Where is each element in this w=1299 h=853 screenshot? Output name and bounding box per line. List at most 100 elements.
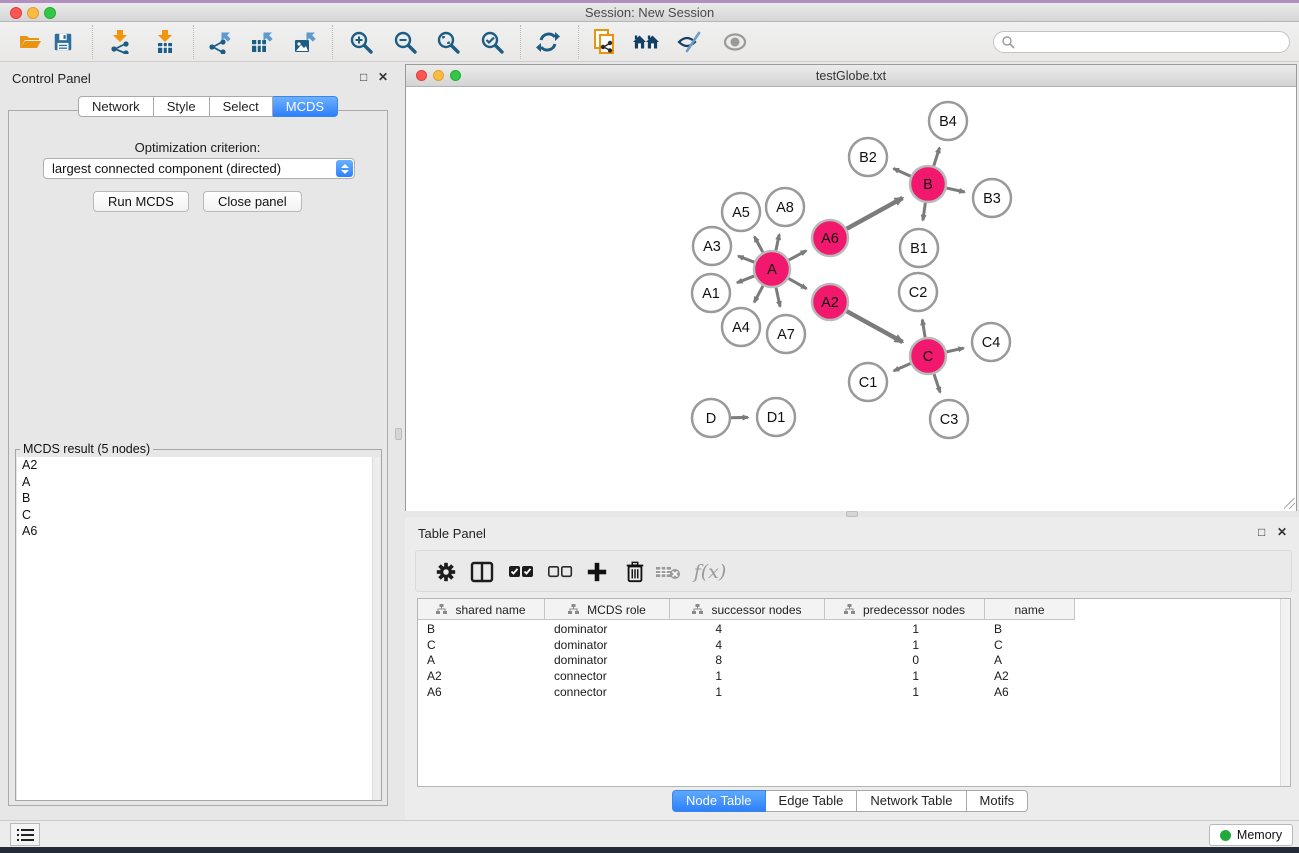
node-D[interactable]: D	[692, 399, 730, 437]
tab-select[interactable]: Select	[210, 96, 273, 117]
tab-style[interactable]: Style	[154, 96, 210, 117]
close-panel-icon[interactable]: ✕	[378, 71, 388, 83]
zoom-in-button[interactable]	[348, 29, 374, 55]
node-B4[interactable]: B4	[929, 102, 967, 140]
float-panel-icon[interactable]: □	[360, 71, 367, 83]
column-header-successor-nodes[interactable]: successor nodes	[670, 599, 825, 620]
edge-A-A5[interactable]	[754, 237, 763, 253]
node-A3[interactable]: A3	[693, 227, 731, 265]
delete-column-button[interactable]	[622, 559, 648, 585]
table-row[interactable]: A6connector11A6	[418, 684, 1075, 700]
task-history-button[interactable]	[10, 823, 40, 846]
open-session-button[interactable]	[17, 29, 43, 55]
edge-A-A7[interactable]	[776, 288, 780, 307]
table-row[interactable]: Cdominator41C	[418, 637, 1075, 653]
mcds-result-item[interactable]: C	[17, 507, 373, 524]
tab-mcds[interactable]: MCDS	[273, 96, 338, 117]
minimize-view-button[interactable]	[433, 70, 444, 81]
mcds-result-item[interactable]: A	[17, 474, 373, 491]
edge-A-A4[interactable]	[754, 286, 763, 303]
column-header-name[interactable]: name	[985, 599, 1075, 620]
export-network-button[interactable]	[206, 29, 232, 55]
mcds-result-item[interactable]: B	[17, 490, 373, 507]
edge-C-C1[interactable]	[894, 364, 911, 371]
home-button[interactable]	[633, 29, 659, 55]
table-options-button[interactable]	[433, 559, 459, 585]
import-network-button[interactable]	[107, 29, 133, 55]
run-mcds-button[interactable]: Run MCDS	[93, 191, 189, 212]
table-row[interactable]: Adominator80A	[418, 653, 1075, 669]
select-all-rows-button[interactable]	[508, 559, 534, 585]
node-C2[interactable]: C2	[899, 273, 937, 311]
optimization-criterion-select[interactable]: largest connected component (directed)	[43, 158, 355, 179]
search-input[interactable]	[1015, 33, 1289, 51]
network-canvas[interactable]: A5A8A3A6AA1A4A7A2B4B2BB3B1C2CC4C1C3DD1	[406, 88, 1296, 511]
edge-C-C3[interactable]	[934, 374, 940, 392]
edge-A-A2[interactable]	[789, 278, 807, 288]
export-table-button[interactable]	[248, 29, 274, 55]
close-panel-button[interactable]: Close panel	[203, 191, 302, 212]
tab-edge-table[interactable]: Edge Table	[766, 790, 858, 812]
mcds-result-item[interactable]: A2	[17, 457, 373, 474]
column-header-shared-name[interactable]: shared name	[418, 599, 545, 620]
node-A1[interactable]: A1	[692, 274, 730, 312]
node-A6[interactable]: A6	[812, 220, 848, 256]
table-row[interactable]: Bdominator41B	[418, 621, 1075, 637]
node-B3[interactable]: B3	[973, 179, 1011, 217]
show-columns-button[interactable]	[469, 559, 495, 585]
edge-A-A8[interactable]	[776, 234, 779, 250]
zoom-view-button[interactable]	[450, 70, 461, 81]
save-session-button[interactable]	[50, 29, 76, 55]
edge-B-B3[interactable]	[947, 188, 965, 192]
deselect-all-rows-button[interactable]	[547, 559, 573, 585]
edge-B-B4[interactable]	[934, 148, 940, 166]
vertical-splitter-handle[interactable]	[395, 428, 402, 440]
float-panel-icon[interactable]: □	[1258, 526, 1265, 538]
tab-node-table[interactable]: Node Table	[672, 790, 766, 812]
node-C3[interactable]: C3	[930, 400, 968, 438]
minimize-window-button[interactable]	[27, 7, 39, 19]
tab-network-table[interactable]: Network Table	[857, 790, 966, 812]
node-A8[interactable]: A8	[766, 188, 804, 226]
network-window-title-bar[interactable]: testGlobe.txt	[406, 65, 1296, 87]
edge-B-B2[interactable]	[894, 168, 911, 176]
hide-annotations-button[interactable]	[677, 29, 703, 55]
export-image-button[interactable]	[291, 29, 317, 55]
window-resize-handle[interactable]	[1284, 498, 1295, 509]
import-table-button[interactable]	[152, 29, 178, 55]
zoom-window-button[interactable]	[44, 7, 56, 19]
zoom-out-button[interactable]	[392, 29, 418, 55]
node-A2[interactable]: A2	[812, 284, 848, 320]
node-B1[interactable]: B1	[900, 229, 938, 267]
tab-motifs[interactable]: Motifs	[967, 790, 1029, 812]
edge-B-B1[interactable]	[923, 203, 925, 220]
delete-table-button[interactable]	[655, 559, 681, 585]
clone-network-button[interactable]	[592, 29, 618, 55]
node-A5[interactable]: A5	[722, 193, 760, 231]
close-panel-icon[interactable]: ✕	[1277, 526, 1287, 538]
mcds-result-item[interactable]: A6	[17, 523, 373, 540]
column-header-predecessor-nodes[interactable]: predecessor nodes	[825, 599, 985, 620]
zoom-fit-button[interactable]	[435, 29, 461, 55]
create-column-button[interactable]	[584, 559, 610, 585]
zoom-selected-button[interactable]	[479, 29, 505, 55]
apply-layout-button[interactable]	[535, 29, 561, 55]
edge-A-A3[interactable]	[738, 256, 754, 262]
node-A7[interactable]: A7	[767, 315, 805, 353]
tab-network[interactable]: Network	[78, 96, 154, 117]
edge-A2-C[interactable]	[847, 311, 903, 342]
node-A4[interactable]: A4	[722, 308, 760, 346]
edge-A6-B[interactable]	[847, 198, 903, 229]
node-C1[interactable]: C1	[849, 363, 887, 401]
node-A[interactable]: A	[754, 251, 790, 287]
node-B2[interactable]: B2	[849, 138, 887, 176]
node-D1[interactable]: D1	[757, 398, 795, 436]
memory-status-button[interactable]: Memory	[1209, 824, 1293, 846]
edge-C-C2[interactable]	[922, 320, 925, 338]
edge-A-A6[interactable]	[789, 251, 806, 260]
table-row[interactable]: A2connector11A2	[418, 668, 1075, 684]
node-C4[interactable]: C4	[972, 323, 1010, 361]
edge-A-A1[interactable]	[737, 276, 754, 283]
show-annotations-button[interactable]	[722, 29, 748, 55]
node-B[interactable]: B	[910, 166, 946, 202]
